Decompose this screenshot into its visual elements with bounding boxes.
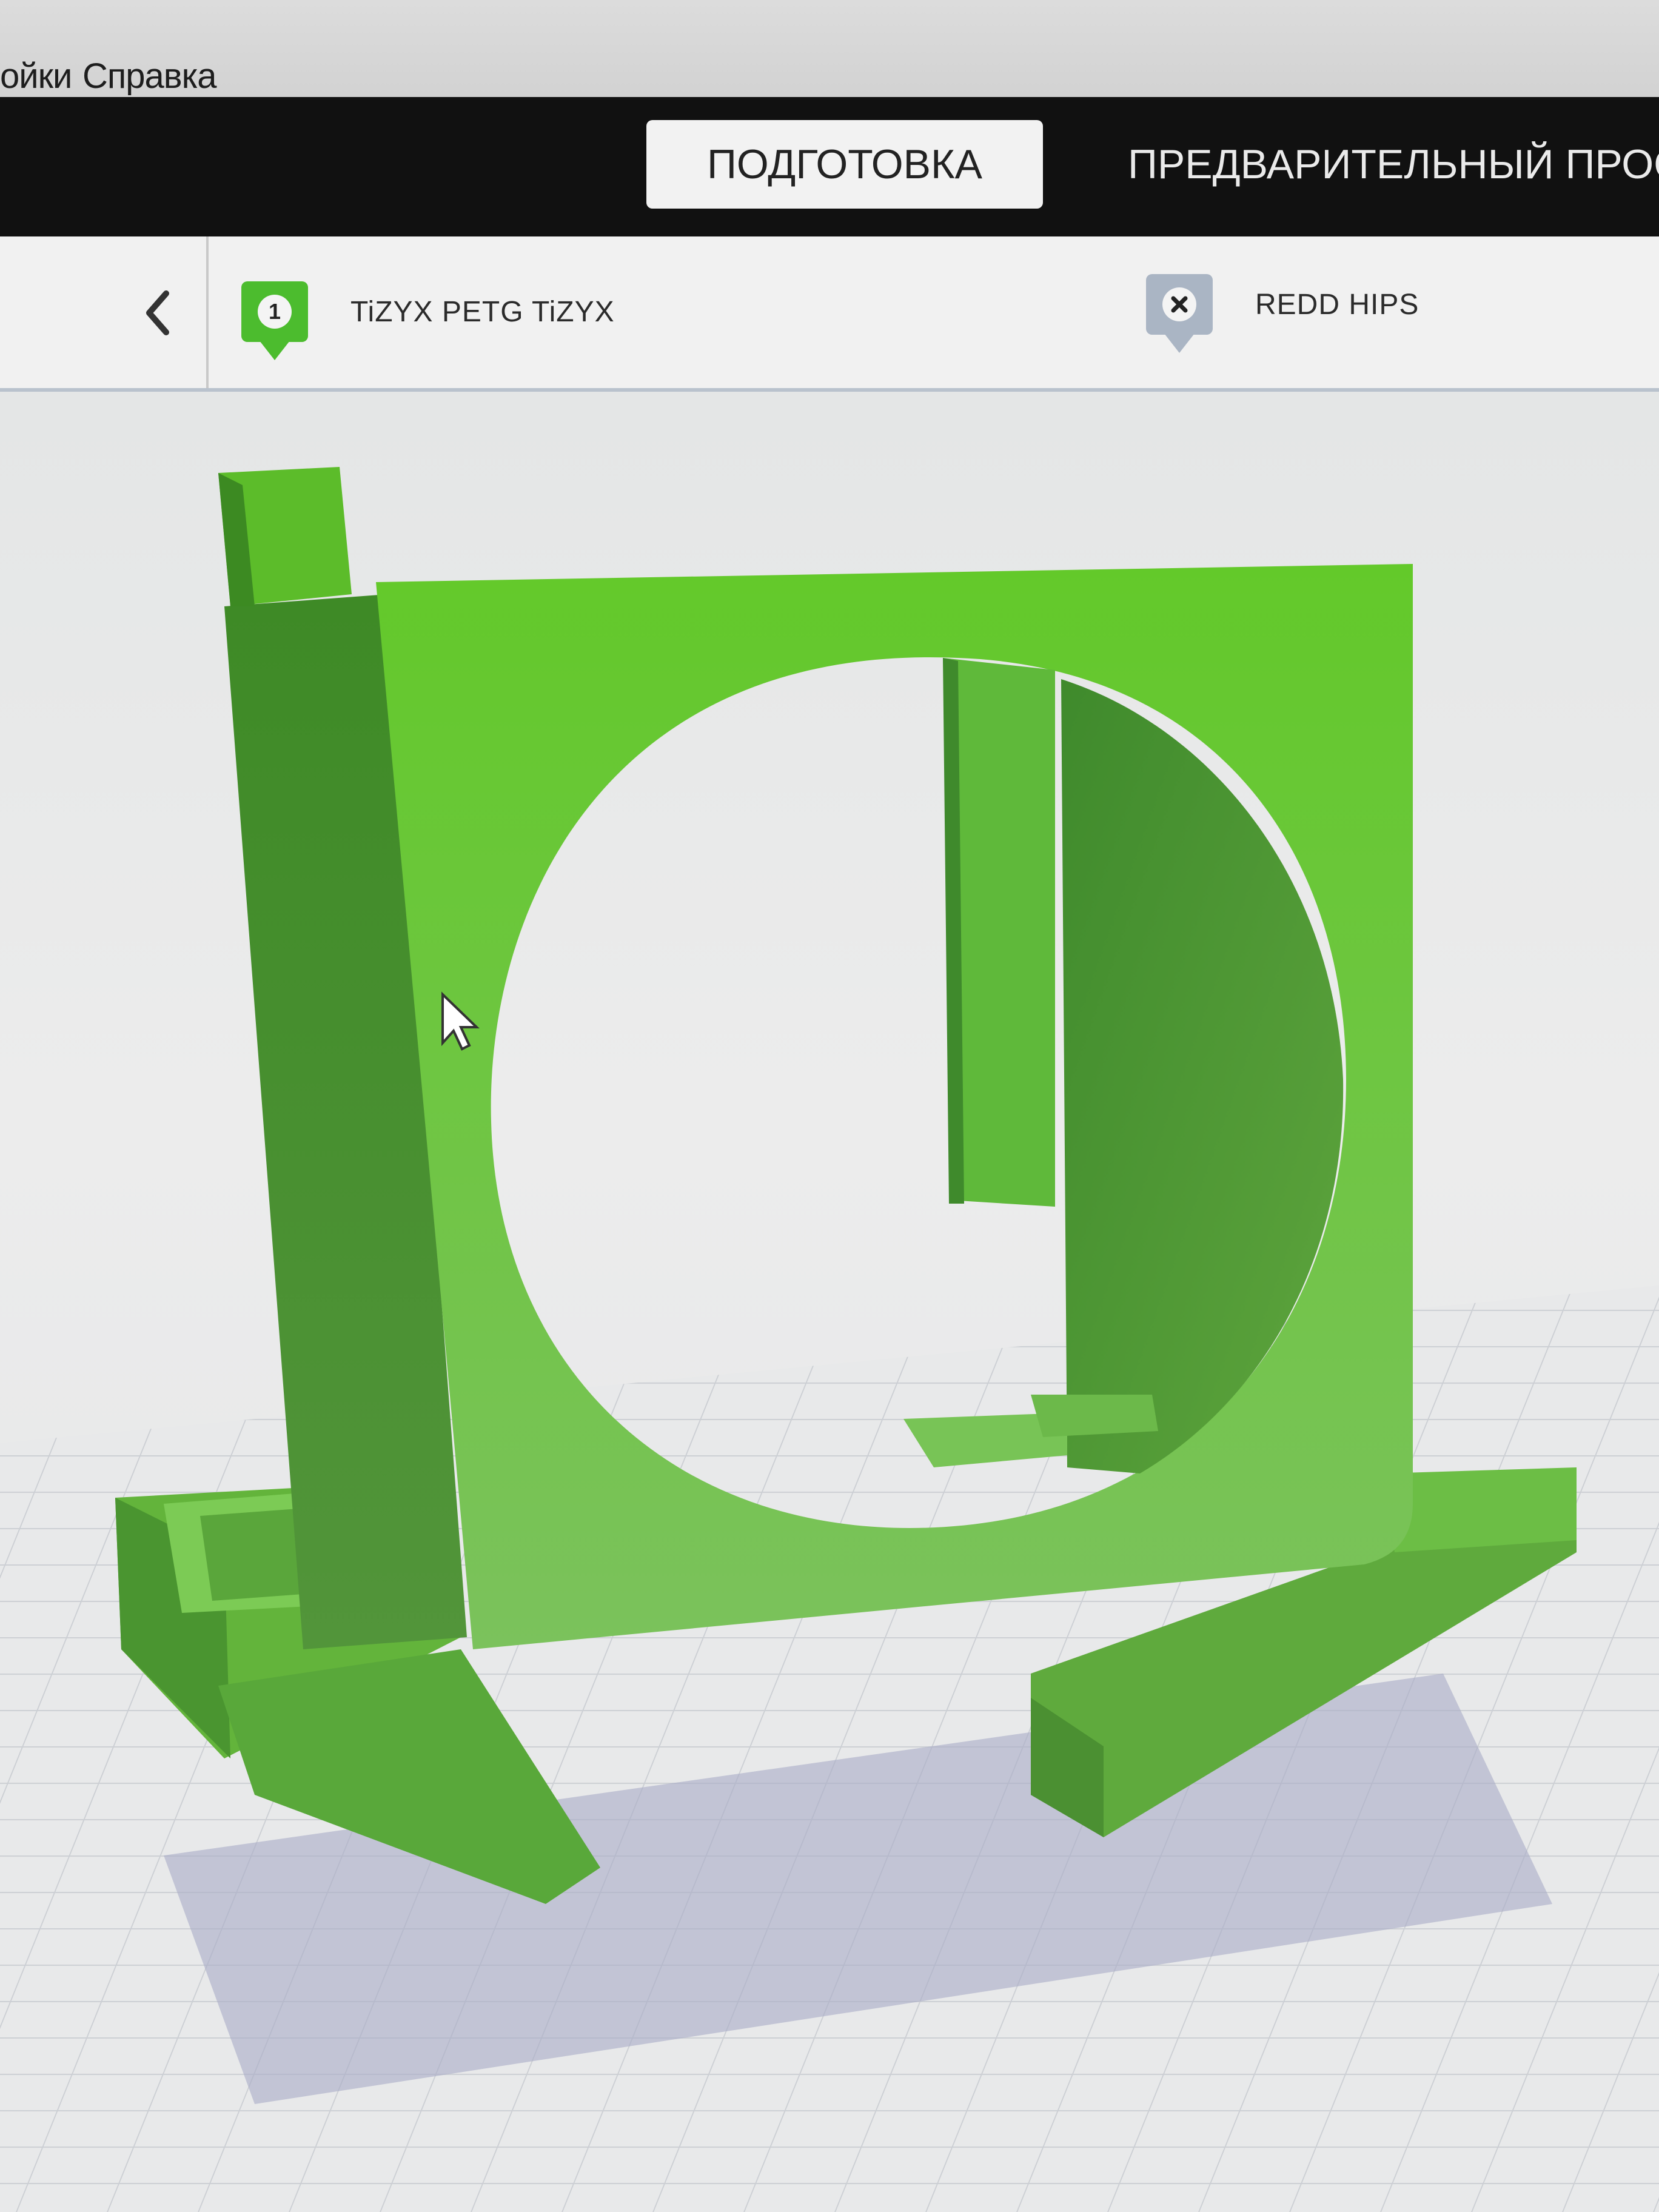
extruder-badge-icon: 1 bbox=[241, 281, 308, 360]
back-button[interactable] bbox=[0, 236, 209, 388]
extruder-1[interactable]: 1 TiZYX PETG TiZYX bbox=[241, 275, 615, 360]
close-icon bbox=[1171, 296, 1188, 313]
extruder-number: 1 bbox=[258, 295, 292, 329]
tab-prepare[interactable]: ПОДГОТОВКА bbox=[646, 120, 1043, 209]
extruder-2[interactable]: REDD HIPS bbox=[1146, 268, 1419, 353]
menu-bar: ойки Справка bbox=[0, 0, 1659, 97]
scene bbox=[0, 467, 1659, 2212]
stage-header: ПОДГОТОВКА ПРЕДВАРИТЕЛЬНЫЙ ПРОСМ bbox=[0, 97, 1659, 236]
menu-item-help[interactable]: Справка bbox=[82, 56, 217, 96]
3d-viewport[interactable] bbox=[0, 392, 1659, 2212]
extruder-2-material: REDD HIPS bbox=[1255, 288, 1419, 321]
chevron-left-icon bbox=[146, 290, 169, 335]
extruder-1-material: TiZYX PETG TiZYX bbox=[350, 295, 615, 328]
extruder-disabled-icon bbox=[1146, 274, 1213, 353]
tab-preview[interactable]: ПРЕДВАРИТЕЛЬНЫЙ ПРОСМ bbox=[1128, 120, 1659, 209]
material-strip: 1 TiZYX PETG TiZYX REDD HIPS bbox=[0, 236, 1659, 392]
menu-item-settings[interactable]: ойки bbox=[0, 56, 72, 96]
